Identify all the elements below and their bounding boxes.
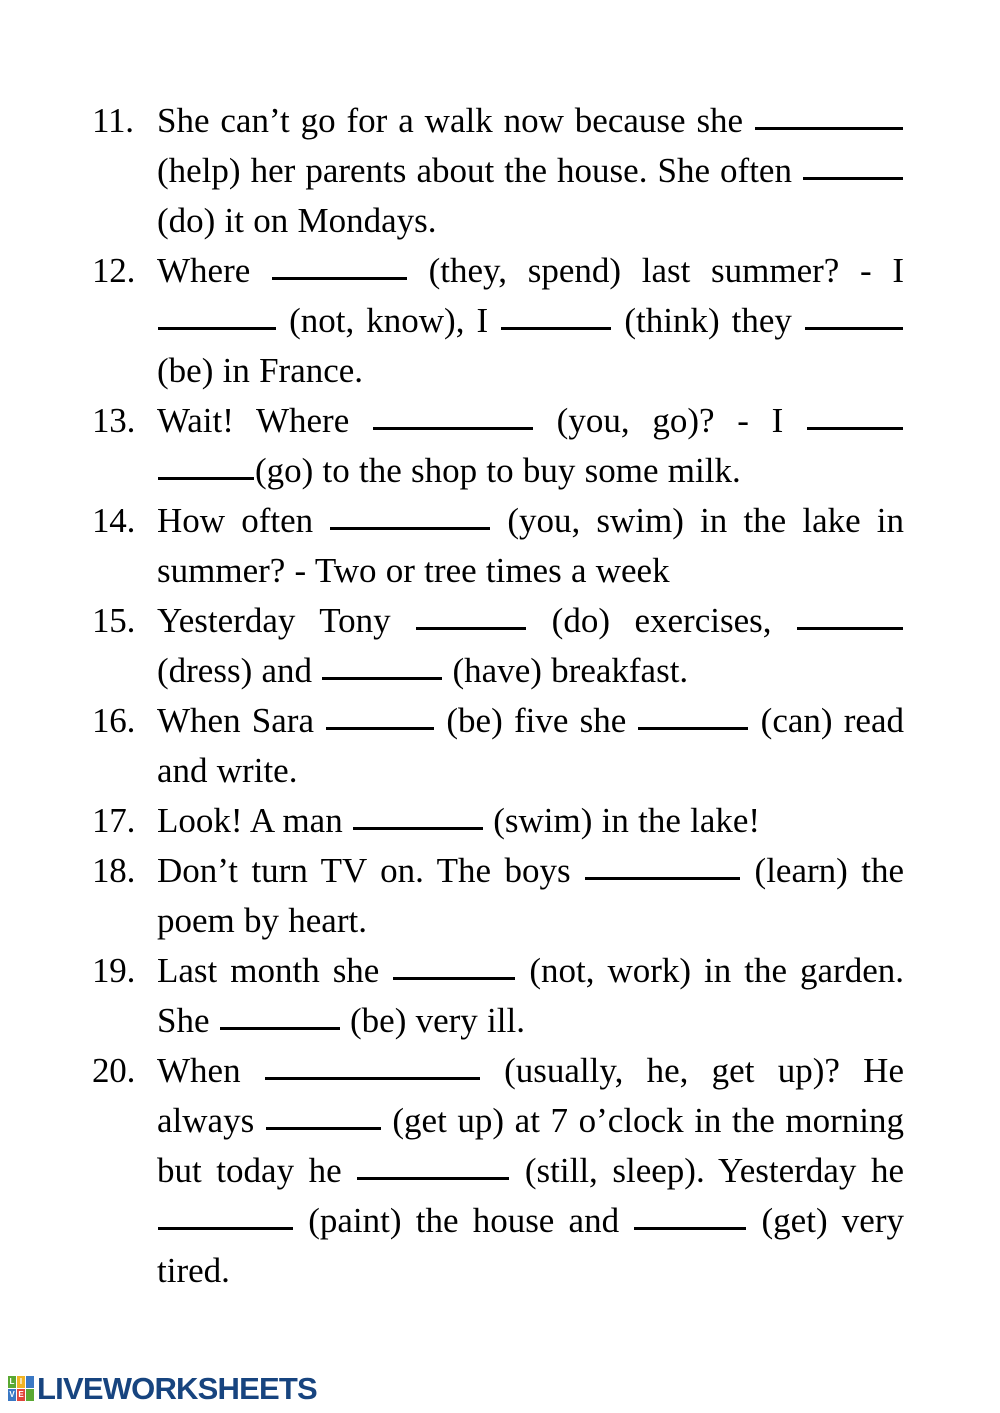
exercise-item: 19. Last month she (not, work) in the gar… [92,946,904,1046]
exercise-text: Don’t turn TV on. The boys (learn) the p… [157,851,904,940]
liveworksheets-wordmark: LIVEWORKSHEETS [37,1371,318,1406]
logo-tile: I [17,1376,25,1388]
answer-blank[interactable] [638,704,749,730]
exercise-item: 18. Don’t turn TV on. The boys (learn) th… [92,846,904,946]
answer-blank[interactable] [330,504,491,530]
logo-tile: L [8,1376,16,1388]
liveworksheets-logo[interactable]: LIVE LIVEWORKSHEETS [8,1371,318,1406]
answer-blank[interactable] [372,404,533,430]
logo-tile [26,1389,34,1401]
exercise-item: 11. She can’t go for a walk now because s… [92,96,904,246]
liveworksheets-logo-icon: LIVE [8,1376,34,1401]
exercise-number: 19. [92,951,136,990]
exercise-number: 18. [92,851,136,890]
answer-blank[interactable] [755,104,903,130]
logo-tile: V [8,1389,16,1401]
answer-blank[interactable] [271,254,407,280]
exercise-number: 13. [92,401,136,440]
answer-blank[interactable] [807,404,903,430]
exercise-number: 11. [92,101,134,140]
answer-blank[interactable] [634,1204,747,1230]
answer-blank[interactable] [803,154,903,180]
answer-blank[interactable] [352,804,483,830]
logo-tile [26,1376,34,1388]
exercise-number: 12. [92,251,136,290]
answer-blank[interactable] [219,1004,340,1030]
exercise-text: How often (you, swim) in the lake in sum… [157,501,904,590]
exercise-text: When Sara (be) five she (can) read and w… [157,701,904,790]
logo-tile: E [17,1389,25,1401]
answer-blank[interactable] [805,304,903,330]
exercise-text: Yesterday Tony (do) exercises, (dress) a… [157,596,904,696]
answer-blank[interactable] [393,954,516,980]
exercise-number: 20. [92,1051,136,1090]
answer-blank[interactable] [264,1054,480,1080]
exercise-text: Wait! Where (you, go)? - I (go) to the s… [157,396,904,496]
answer-blank[interactable] [265,1104,381,1130]
exercise-text: Where (they, spend) last summer? - I (no… [157,251,904,390]
exercise-item: 15. Yesterday Tony (do) exercises, (dress… [92,596,904,696]
exercise-number: 15. [92,601,136,640]
exercise-text: Last month she (not, work) in the garden… [157,951,904,1040]
exercise-item: 16. When Sara (be) five she (can) read an… [92,696,904,796]
answer-blank[interactable] [322,654,443,680]
exercise-number: 14. [92,501,136,540]
exercise-list: 11. She can’t go for a walk now because s… [92,96,904,1296]
exercise-text: She can’t go for a walk now because she … [157,96,904,246]
answer-blank[interactable] [357,1154,510,1180]
exercise-item: 12. Where (they, spend) last summer? - I … [92,246,904,396]
exercise-item: 13. Wait! Where (you, go)? - I (go) to th… [92,396,904,496]
answer-blank[interactable] [158,304,276,330]
answer-blank[interactable] [158,1204,293,1230]
answer-blank[interactable] [326,704,435,730]
exercise-number: 17. [92,801,136,840]
exercise-item: 17. Look! A man (swim) in the lake! [92,796,904,846]
exercise-text: Look! A man (swim) in the lake! [157,801,761,840]
exercise-item: 20. When (usually, he, get up)? He always… [92,1046,904,1296]
exercise-text: When (usually, he, get up)? He always (g… [157,1051,904,1290]
answer-blank[interactable] [585,854,741,880]
answer-blank[interactable] [416,604,527,630]
worksheet-page: 11. She can’t go for a walk now because s… [0,0,1000,1413]
page-footer: LIVE LIVEWORKSHEETS [0,1340,1000,1413]
answer-blank[interactable] [158,454,254,480]
answer-blank[interactable] [797,604,903,630]
exercise-number: 16. [92,701,136,740]
exercise-item: 14. How often (you, swim) in the lake in … [92,496,904,596]
answer-blank[interactable] [501,304,612,330]
